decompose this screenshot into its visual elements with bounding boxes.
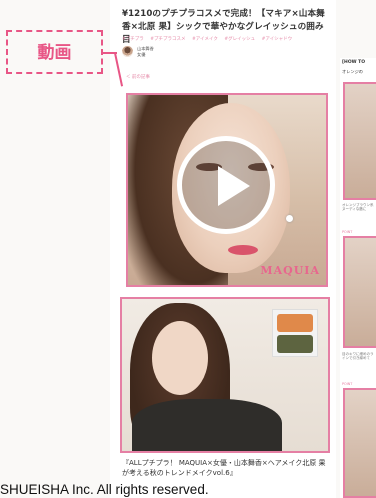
maquia-logo: MAQUIA bbox=[260, 264, 320, 277]
tag-list: #プチプラ #プチプラコスメ #アイメイク #グレイッシュ #アイシャドウ bbox=[122, 36, 332, 42]
related-article-caption[interactable]: 『ALLプチプラ！ MAQUIA×女優・山本舞香×ヘアメイク北原 果が考える秋の… bbox=[122, 459, 332, 478]
orange-pan bbox=[277, 314, 313, 332]
hero-lips bbox=[228, 245, 258, 255]
author-name: 山本舞香 bbox=[137, 46, 154, 52]
sidebar-note: オレンジブラウン系ヌーディな唇に bbox=[342, 203, 374, 212]
copyright-notice: SHUEISHA Inc. All rights reserved. bbox=[0, 482, 209, 497]
author-role: 女優 bbox=[137, 51, 146, 57]
play-button[interactable] bbox=[177, 136, 275, 234]
sidebar-image[interactable] bbox=[343, 236, 376, 348]
avatar bbox=[122, 46, 133, 57]
sidebar-image[interactable] bbox=[343, 82, 376, 200]
previous-article-link[interactable]: ＜ 前の記事 bbox=[126, 74, 150, 80]
sidebar-note: 目のキワに細めのラインで引き締めて bbox=[342, 352, 374, 361]
olive-pan bbox=[277, 335, 313, 353]
sidebar-point-mark: POINT bbox=[342, 382, 353, 386]
sidebar-heading: [HOW TO bbox=[342, 60, 366, 65]
hero-video-thumbnail[interactable]: MAQUIA bbox=[126, 93, 328, 287]
model-face bbox=[152, 321, 208, 395]
video-callout-label: 動画 bbox=[37, 43, 72, 63]
eyeshadow-palette bbox=[272, 309, 318, 357]
tag-link[interactable]: #アイメイク bbox=[192, 37, 218, 42]
sidebar-point-mark: POINT bbox=[342, 230, 353, 234]
video-callout-box: 動画 bbox=[6, 30, 103, 74]
model-body bbox=[132, 399, 282, 451]
tag-link[interactable]: #プチプラコスメ bbox=[150, 37, 185, 42]
sidebar-subheading: オレンジの bbox=[342, 69, 363, 74]
related-article-thumbnail[interactable] bbox=[120, 297, 330, 453]
tag-link[interactable]: #プチプラ bbox=[122, 37, 144, 42]
author-byline[interactable]: 山本舞香 女優 bbox=[122, 46, 154, 57]
play-icon bbox=[218, 166, 250, 206]
tag-link[interactable]: #アイシャドウ bbox=[262, 37, 293, 42]
hero-earring bbox=[286, 215, 293, 222]
tag-link[interactable]: #グレイッシュ bbox=[224, 37, 255, 42]
